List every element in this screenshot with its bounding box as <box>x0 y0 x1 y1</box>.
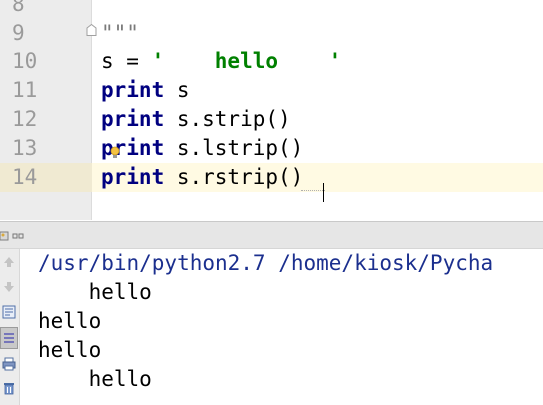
soft-wrap-icon <box>2 305 16 319</box>
scroll-up-icon <box>4 257 14 267</box>
console-output-line: hello <box>38 280 152 304</box>
keyword-print: print <box>101 78 165 102</box>
code-line[interactable]: 12 print s.strip() <box>0 105 543 134</box>
line-number: 14 <box>0 163 92 192</box>
line-number: 11 <box>12 78 38 102</box>
line-number: 10 <box>12 49 38 73</box>
keyword-print: print <box>101 107 165 131</box>
docstring-quotes: """ <box>101 21 139 45</box>
code-line[interactable]: 10 s = ' hello ' <box>0 47 543 76</box>
line-number: 12 <box>12 107 38 131</box>
clear-all-icon <box>4 383 14 395</box>
run-window-icon[interactable] <box>0 229 26 243</box>
print-button[interactable] <box>0 353 18 375</box>
console-output-line: hello <box>38 338 102 362</box>
code-rest: s.strip() <box>164 107 291 131</box>
console-output-line: hello <box>38 309 102 333</box>
line-number: 13 <box>12 136 38 160</box>
line-number: 9 <box>12 21 25 45</box>
fold-icon[interactable] <box>86 24 97 36</box>
code-line[interactable]: 11 print s <box>0 76 543 105</box>
scroll-down-button[interactable] <box>0 276 18 298</box>
code-line[interactable]: 9 """ <box>0 19 543 48</box>
code-rest: s.lstrip() <box>164 136 304 160</box>
code-text: print s.strip() <box>101 105 291 134</box>
run-toolbar <box>0 249 20 405</box>
keyword-print: print <box>101 165 165 189</box>
scroll-to-end-button[interactable] <box>0 327 18 349</box>
code-text: s = ' hello ' <box>101 47 341 76</box>
console-command-line: /usr/bin/python2.7 /home/kiosk/Pycha <box>38 251 494 275</box>
scroll-up-button[interactable] <box>0 251 18 273</box>
intention-bulb-icon[interactable] <box>110 146 120 160</box>
code-editor[interactable]: 8 9 """ 10 s = ' hello ' 11 print s 12 p… <box>0 0 543 220</box>
console-output-line: hello <box>38 367 152 391</box>
code-line-current[interactable]: 14 print s.rstrip() <box>0 163 543 192</box>
string-literal: ' hello ' <box>151 49 342 73</box>
run-window-header[interactable] <box>0 221 543 249</box>
code-text: print s.lstrip() <box>101 134 303 163</box>
code-line[interactable]: 13 print s.lstrip() <box>0 134 543 163</box>
console-output[interactable]: /usr/bin/python2.7 /home/kiosk/Pycha hel… <box>20 249 543 405</box>
scroll-down-icon <box>4 282 14 292</box>
print-icon <box>2 357 16 371</box>
code-rest: s <box>164 78 190 102</box>
inspection-mark <box>301 188 325 191</box>
code-line[interactable]: 8 <box>0 0 543 19</box>
code-text: print s <box>101 76 190 105</box>
line-number: 8 <box>12 0 25 16</box>
code-rest: s.rstrip() <box>164 165 304 189</box>
scroll-to-end-icon <box>4 333 14 343</box>
code-prefix: s = <box>101 49 152 73</box>
soft-wrap-button[interactable] <box>0 301 18 323</box>
text-caret <box>323 183 324 202</box>
clear-all-button[interactable] <box>0 377 18 399</box>
code-text: print s.rstrip() <box>101 163 303 192</box>
